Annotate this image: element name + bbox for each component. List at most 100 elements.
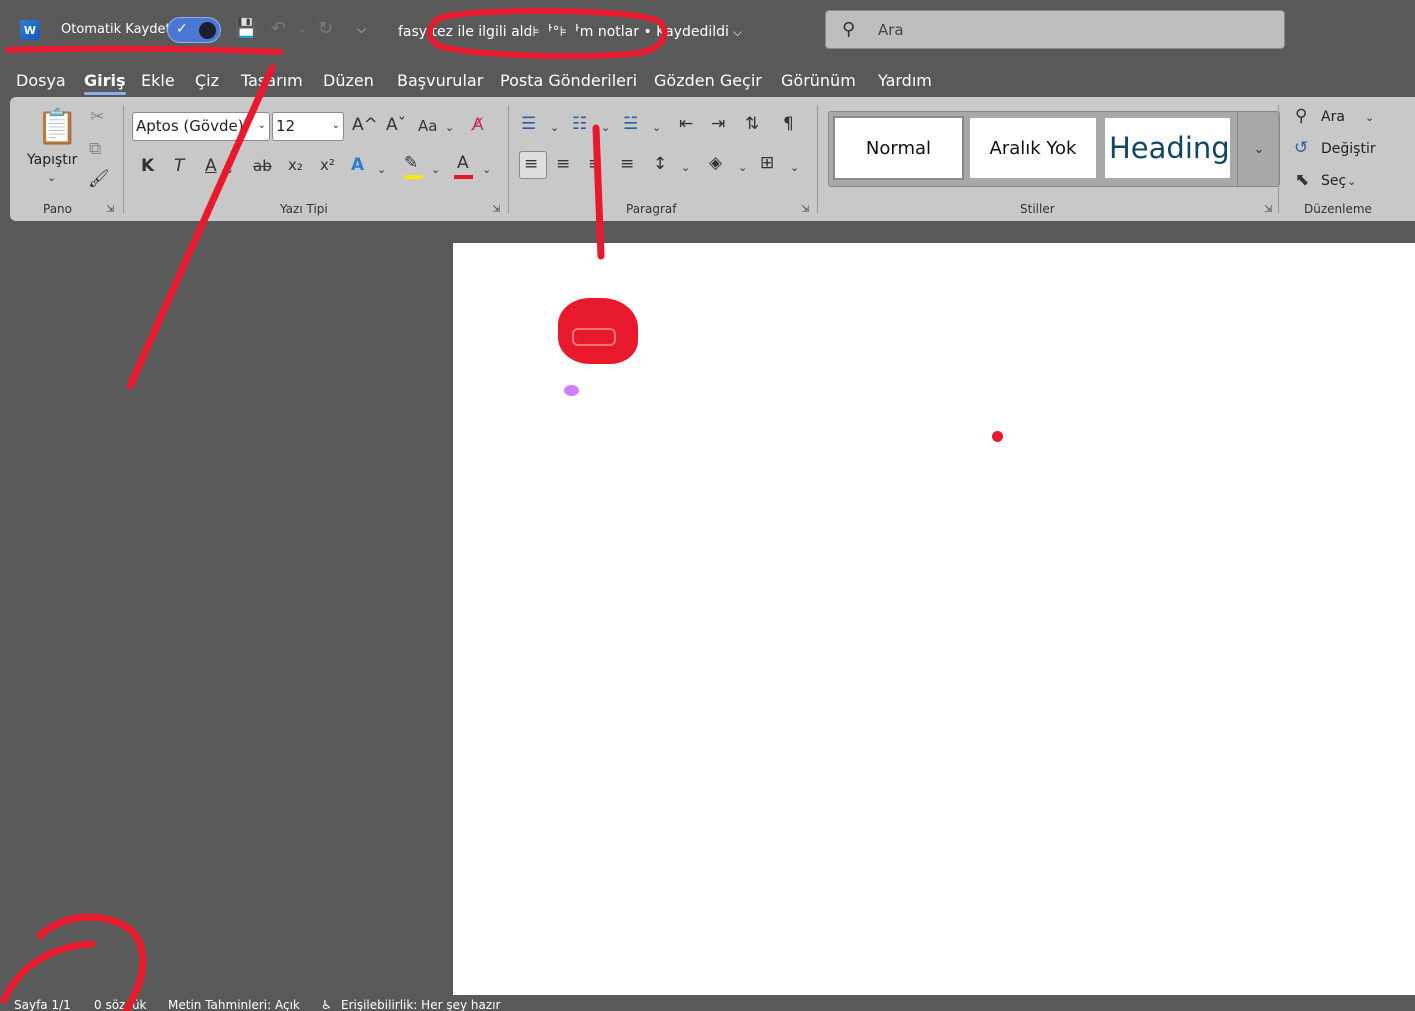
clipboard-group-label: Pano — [43, 202, 72, 216]
tab-ekle[interactable]: Ekle — [141, 71, 175, 90]
numbering-icon[interactable]: ☷ — [572, 114, 587, 134]
align-right-icon[interactable]: ≡ — [588, 154, 602, 174]
increase-indent-icon[interactable]: ⇥ — [711, 114, 725, 134]
ribbon: 📋 Yapıştır ⌄ ✂ ⧉ 🖌 Pano ⇲ Aptos (Gövde) … — [10, 97, 1415, 221]
chevron-down-icon: ⌄ — [331, 120, 340, 131]
undo-dropdown-icon[interactable]: ⌄ — [298, 24, 306, 35]
select-icon[interactable]: ⬉ — [1295, 170, 1309, 190]
font-size-combo[interactable]: 12 ⌄ — [272, 112, 344, 141]
strikethrough-icon[interactable]: ab — [253, 157, 272, 175]
underline-dropdown-icon[interactable]: ⌄ — [225, 163, 234, 176]
grow-font-icon[interactable]: A^ — [352, 115, 378, 135]
superscript-icon[interactable]: x² — [320, 156, 335, 174]
tab-ciz[interactable]: Çiz — [195, 71, 219, 90]
clipboard-group: 📋 Yapıştır ⌄ ✂ ⧉ 🖌 Pano ⇲ — [10, 97, 123, 221]
paste-icon[interactable]: 📋 — [36, 107, 78, 147]
tab-duzen[interactable]: Düzen — [323, 71, 374, 90]
autosave-label: Otomatik Kaydet — [61, 22, 171, 37]
copy-icon[interactable]: ⧉ — [89, 139, 101, 159]
search-box[interactable]: ⚲ Ara — [825, 10, 1285, 49]
status-page[interactable]: Sayfa 1/1 — [14, 998, 71, 1011]
paragraph-launcher-icon[interactable]: ⇲ — [801, 204, 809, 215]
justify-icon[interactable]: ≡ — [620, 154, 634, 174]
style-label: Heading 1 — [1109, 131, 1230, 165]
style-no-spacing[interactable]: Aralık Yok — [970, 118, 1096, 178]
shading-dropdown-icon[interactable]: ⌄ — [738, 161, 747, 174]
subscript-icon[interactable]: x₂ — [288, 156, 303, 174]
multilevel-list-dropdown-icon[interactable]: ⌄ — [652, 121, 661, 134]
word-app-icon[interactable]: W — [20, 20, 40, 40]
clipboard-launcher-icon[interactable]: ⇲ — [106, 204, 114, 215]
accessibility-icon: ♿ — [321, 998, 332, 1011]
borders-dropdown-icon[interactable]: ⌄ — [790, 161, 799, 174]
style-label: Aralık Yok — [989, 137, 1077, 159]
font-color-icon[interactable]: A — [457, 153, 469, 173]
shading-icon[interactable]: ◈ — [709, 153, 722, 173]
format-painter-icon[interactable]: 🖌 — [88, 169, 110, 189]
autosave-toggle[interactable]: ✓ — [167, 17, 221, 43]
replace-icon[interactable]: ↺ — [1294, 138, 1308, 158]
paste-dropdown-icon[interactable]: ⌄ — [47, 171, 56, 184]
undo-icon[interactable]: ↶ — [271, 18, 286, 39]
find-dropdown-icon[interactable]: ⌄ — [1365, 111, 1374, 124]
status-word-count[interactable]: 0 sözcük — [94, 998, 147, 1011]
align-center-icon[interactable]: ≡ — [556, 154, 570, 174]
text-effects-dropdown-icon[interactable]: ⌄ — [377, 163, 386, 176]
tab-gozden-gecir[interactable]: Gözden Geçir — [654, 71, 762, 90]
sort-icon[interactable]: ⇅ — [745, 114, 759, 134]
shrink-font-icon[interactable]: Aˇ — [386, 115, 406, 135]
tab-posta-gonderileri[interactable]: Posta Gönderileri — [500, 71, 637, 90]
tab-tasarim[interactable]: Tasarım — [241, 71, 303, 90]
select-button[interactable]: Seç — [1321, 173, 1346, 189]
change-case-icon[interactable]: Aa — [418, 117, 437, 135]
title-bar: W Otomatik Kaydet ✓ 💾 ↶ ⌄ ↻ ⌵ fasy tez i… — [0, 0, 1415, 62]
borders-icon[interactable]: ⊞ — [760, 153, 774, 173]
line-spacing-dropdown-icon[interactable]: ⌄ — [681, 161, 690, 174]
multilevel-list-icon[interactable]: ☱ — [623, 114, 638, 134]
line-spacing-icon[interactable]: ↕ — [653, 154, 667, 174]
font-group-label: Yazı Tipi — [280, 202, 328, 216]
italic-icon[interactable]: T — [174, 156, 184, 176]
status-accessibility[interactable]: Erişilebilirlik: Her şey hazır — [341, 998, 500, 1011]
tab-giris[interactable]: Giriş — [84, 71, 126, 95]
bullets-icon[interactable]: ☰ — [521, 114, 536, 134]
redo-icon[interactable]: ↻ — [318, 18, 333, 39]
find-icon[interactable]: ⚲ — [1295, 106, 1307, 126]
bold-icon[interactable]: K — [141, 156, 154, 176]
highlight-icon[interactable]: ✎ — [404, 153, 418, 173]
underline-icon[interactable]: A — [205, 156, 217, 176]
font-size-value: 12 — [276, 117, 296, 135]
paste-label[interactable]: Yapıştır — [27, 152, 77, 168]
font-color-dropdown-icon[interactable]: ⌄ — [482, 163, 491, 176]
document-title[interactable]: fasy tez ile ilgili ald⊧ᅡ°⊧ᅡm notlar • K… — [398, 21, 742, 41]
find-button[interactable]: Ara — [1321, 109, 1345, 125]
styles-launcher-icon[interactable]: ⇲ — [1264, 204, 1272, 215]
check-icon: ✓ — [176, 21, 188, 37]
highlight-dropdown-icon[interactable]: ⌄ — [431, 163, 440, 176]
search-placeholder: Ara — [878, 21, 904, 39]
change-case-dropdown-icon[interactable]: ⌄ — [445, 121, 454, 134]
tab-dosya[interactable]: Dosya — [16, 71, 66, 90]
bullets-dropdown-icon[interactable]: ⌄ — [550, 121, 559, 134]
font-name-combo[interactable]: Aptos (Gövde) ⌄ — [132, 112, 270, 141]
style-normal[interactable]: Normal — [833, 116, 964, 180]
numbering-dropdown-icon[interactable]: ⌄ — [601, 121, 610, 134]
tab-yardim[interactable]: Yardım — [878, 71, 932, 90]
tab-basvurular[interactable]: Başvurular — [397, 71, 483, 90]
text-effects-icon[interactable]: A — [351, 155, 364, 175]
replace-button[interactable]: Değiştir — [1321, 141, 1376, 157]
status-text-predictions[interactable]: Metin Tahminleri: Açık — [168, 998, 300, 1011]
clear-formatting-icon[interactable]: A̸ — [472, 115, 484, 135]
style-heading-1[interactable]: Heading 1 — [1105, 118, 1230, 178]
show-formatting-icon[interactable]: ¶ — [783, 114, 794, 134]
decrease-indent-icon[interactable]: ⇤ — [679, 114, 693, 134]
save-icon[interactable]: 💾 — [235, 18, 257, 39]
font-launcher-icon[interactable]: ⇲ — [492, 204, 500, 215]
customize-toolbar-icon[interactable]: ⌵ — [357, 22, 366, 37]
cut-icon[interactable]: ✂ — [90, 107, 104, 127]
styles-more-button[interactable]: ⌄ — [1237, 112, 1280, 186]
styles-gallery: Normal Aralık Yok Heading 1 ⌄ — [828, 111, 1280, 187]
select-dropdown-icon[interactable]: ⌄ — [1347, 175, 1356, 188]
font-name-value: Aptos (Gövde) — [136, 117, 244, 135]
tab-gorunum[interactable]: Görünüm — [781, 71, 856, 90]
